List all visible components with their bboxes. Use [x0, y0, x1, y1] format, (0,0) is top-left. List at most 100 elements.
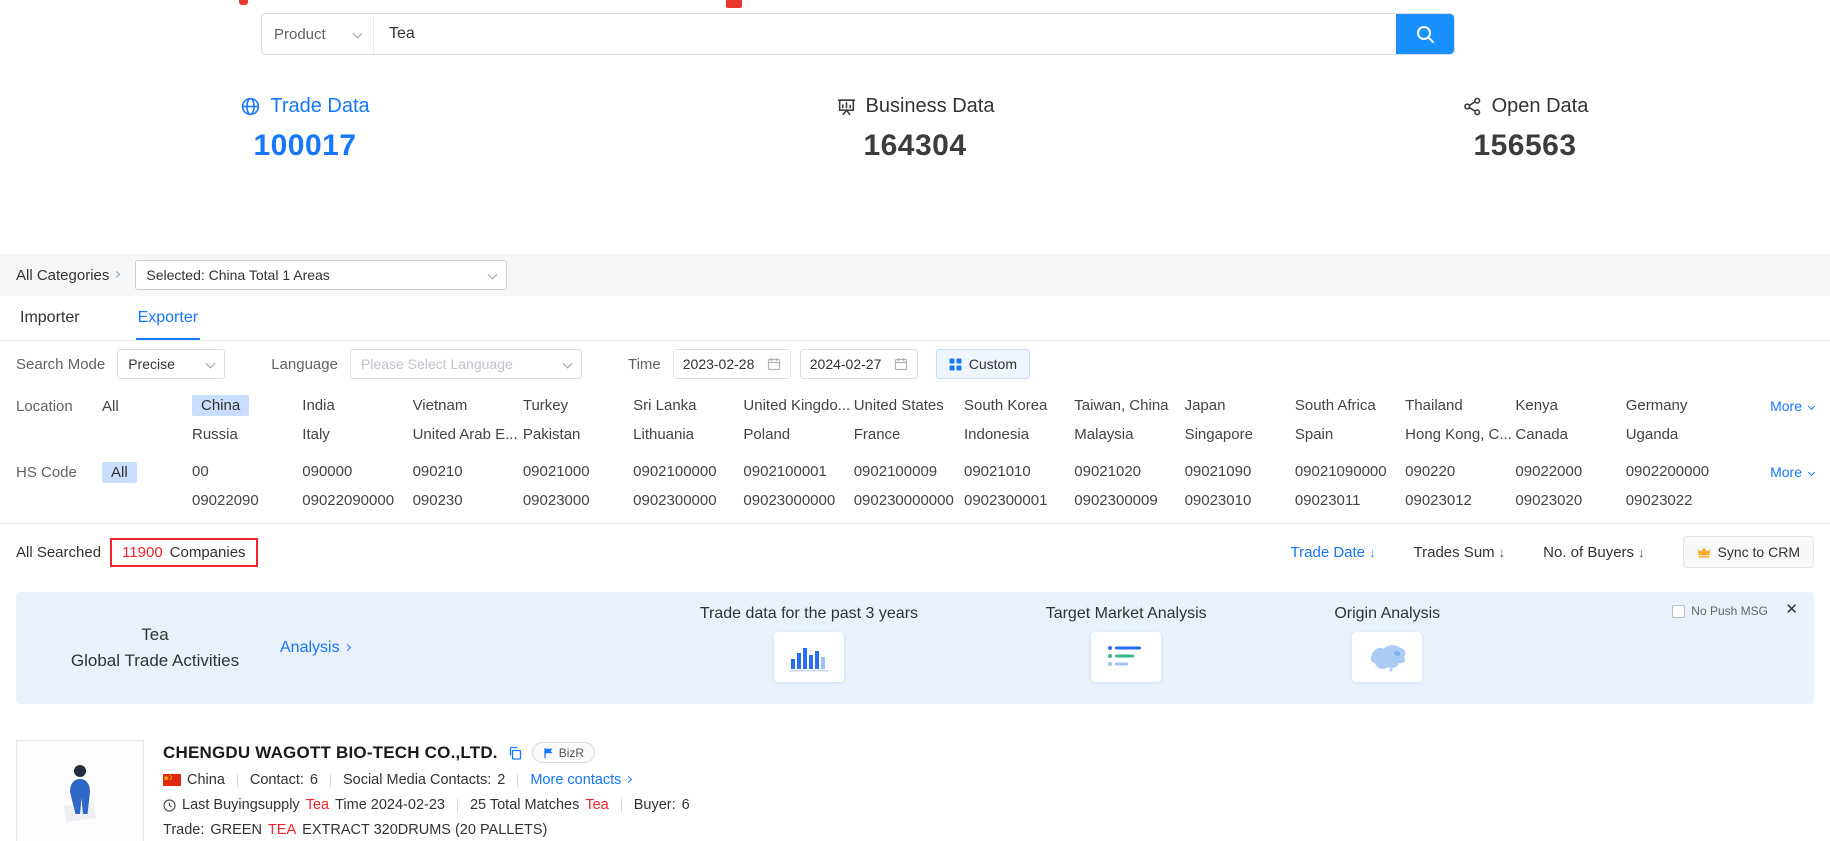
- hs-code-option[interactable]: 09023010: [1185, 490, 1252, 511]
- location-option[interactable]: United States: [854, 395, 944, 416]
- location-option[interactable]: India: [302, 395, 335, 416]
- hs-code-option[interactable]: 090000: [302, 461, 352, 482]
- hs-code-option[interactable]: 09021020: [1074, 461, 1141, 482]
- location-option[interactable]: Germany: [1626, 395, 1688, 416]
- company-logo[interactable]: [16, 740, 144, 841]
- location-option[interactable]: Singapore: [1185, 424, 1253, 445]
- location-option[interactable]: Poland: [743, 424, 790, 445]
- location-option[interactable]: Taiwan, China: [1074, 395, 1168, 416]
- hs-code-option[interactable]: 09023000000: [743, 490, 835, 511]
- copy-icon[interactable]: [508, 746, 522, 760]
- sync-to-crm-button[interactable]: Sync to CRM: [1683, 536, 1814, 568]
- hs-code-option[interactable]: 09023022: [1626, 490, 1693, 511]
- location-option[interactable]: Kenya: [1515, 395, 1558, 416]
- hs-code-option[interactable]: 090230: [413, 490, 463, 511]
- tab-importer[interactable]: Importer: [18, 296, 82, 340]
- analysis-label: Analysis: [280, 639, 340, 657]
- hs-code-option[interactable]: 00: [192, 461, 209, 482]
- date-to-input[interactable]: 2024-02-27: [800, 349, 918, 379]
- hs-code-option[interactable]: 0902300001: [964, 490, 1047, 511]
- company-info: CHENGDU WAGOTT BIO-TECH CO.,LTD. BizR Ch…: [163, 740, 690, 841]
- location-option[interactable]: Vietnam: [413, 395, 468, 416]
- location-option[interactable]: Pakistan: [523, 424, 581, 445]
- hs-code-option[interactable]: 0902100000: [633, 461, 716, 482]
- custom-button[interactable]: Custom: [936, 349, 1030, 379]
- language-select[interactable]: Please Select Language: [350, 349, 582, 379]
- location-option[interactable]: Japan: [1185, 395, 1226, 416]
- hs-code-option[interactable]: 090230000000: [854, 490, 954, 511]
- sort-trades-sum[interactable]: Trades Sum ↓: [1414, 544, 1506, 561]
- hs-code-option[interactable]: 0902200000: [1626, 461, 1709, 482]
- search-button[interactable]: [1396, 14, 1454, 54]
- hs-code-option[interactable]: 09022000: [1515, 461, 1582, 482]
- banner-item-target-market[interactable]: Target Market Analysis: [1046, 605, 1207, 682]
- hs-code-option[interactable]: 0902300000: [633, 490, 716, 511]
- banner-item-trade-data[interactable]: Trade data for the past 3 years: [700, 605, 918, 682]
- location-option[interactable]: Russia: [192, 424, 238, 445]
- search-category-select[interactable]: Product: [262, 14, 374, 54]
- location-option[interactable]: Thailand: [1405, 395, 1463, 416]
- location-option[interactable]: United Kingdo...: [743, 395, 850, 416]
- hs-code-option[interactable]: 09023020: [1515, 490, 1582, 511]
- location-more-link[interactable]: More: [1736, 395, 1814, 414]
- no-push-msg-checkbox[interactable]: No Push MSG: [1672, 604, 1768, 618]
- date-from-input[interactable]: 2023-02-28: [673, 349, 791, 379]
- analysis-link[interactable]: Analysis: [280, 639, 350, 657]
- stat-trade-data[interactable]: Trade Data 100017: [0, 95, 610, 163]
- location-option[interactable]: South Korea: [964, 395, 1047, 416]
- sort-trade-date[interactable]: Trade Date ↓: [1291, 544, 1376, 561]
- location-option[interactable]: Italy: [302, 424, 330, 445]
- grid-icon: [949, 358, 962, 371]
- location-option[interactable]: Hong Kong, C...: [1405, 424, 1512, 445]
- bizr-badge[interactable]: BizR: [532, 742, 595, 763]
- hs-code-option[interactable]: 0902300009: [1074, 490, 1157, 511]
- hs-code-option[interactable]: 09021010: [964, 461, 1031, 482]
- globe-icon: [240, 96, 261, 117]
- location-option[interactable]: Malaysia: [1074, 424, 1133, 445]
- hs-code-option[interactable]: 09022090000: [302, 490, 394, 511]
- hs-code-option[interactable]: 09023000: [523, 490, 590, 511]
- stat-open-data[interactable]: Open Data 156563: [1220, 95, 1830, 163]
- location-option[interactable]: Indonesia: [964, 424, 1029, 445]
- trade-text: GREEN: [210, 822, 262, 838]
- stat-business-data[interactable]: Business Data 164304: [610, 95, 1220, 163]
- sort-no-of-buyers[interactable]: No. of Buyers ↓: [1543, 544, 1644, 561]
- search-input[interactable]: [374, 14, 1396, 54]
- hs-code-option[interactable]: 09021090000: [1295, 461, 1387, 482]
- hs-code-option[interactable]: 090220: [1405, 461, 1455, 482]
- company-card[interactable]: CHENGDU WAGOTT BIO-TECH CO.,LTD. BizR Ch…: [16, 740, 1814, 841]
- search-mode-select[interactable]: Precise: [117, 349, 225, 379]
- hs-code-option[interactable]: 09021090: [1185, 461, 1252, 482]
- location-option[interactable]: South Africa: [1295, 395, 1376, 416]
- location-option[interactable]: United Arab E...: [413, 424, 518, 445]
- hs-code-more-link[interactable]: More: [1736, 461, 1814, 480]
- location-option[interactable]: China: [192, 395, 249, 416]
- area-select[interactable]: Selected: China Total 1 Areas: [135, 260, 507, 290]
- stat-trade-data-value: 100017: [0, 129, 610, 163]
- all-categories-link[interactable]: All Categories: [16, 267, 109, 284]
- location-all-option[interactable]: All: [102, 398, 119, 415]
- location-option[interactable]: Canada: [1515, 424, 1568, 445]
- hs-code-all-option[interactable]: All: [102, 462, 137, 483]
- banner-item-origin-analysis[interactable]: Origin Analysis: [1334, 605, 1440, 682]
- location-option[interactable]: France: [854, 424, 901, 445]
- location-option[interactable]: Sri Lanka: [633, 395, 696, 416]
- location-option[interactable]: Turkey: [523, 395, 568, 416]
- hs-code-option[interactable]: 09023011: [1295, 490, 1361, 511]
- company-name[interactable]: CHENGDU WAGOTT BIO-TECH CO.,LTD.: [163, 743, 498, 763]
- hs-code-option[interactable]: 09023012: [1405, 490, 1472, 511]
- hs-code-option[interactable]: 0902100001: [743, 461, 826, 482]
- location-option[interactable]: Lithuania: [633, 424, 694, 445]
- location-option[interactable]: Spain: [1295, 424, 1333, 445]
- hs-code-option[interactable]: 09021000: [523, 461, 590, 482]
- more-contacts-link[interactable]: More contacts: [530, 772, 631, 788]
- close-icon[interactable]: ✕: [1785, 600, 1798, 618]
- more-label: More: [1770, 464, 1802, 480]
- tab-exporter[interactable]: Exporter: [136, 296, 200, 340]
- hs-code-option[interactable]: 0902100009: [854, 461, 937, 482]
- hs-code-option[interactable]: 09022090: [192, 490, 259, 511]
- company-meta-row: China Contact: 6 Social Media Contacts: …: [163, 772, 690, 788]
- location-option[interactable]: Uganda: [1626, 424, 1679, 445]
- sort-label: Trades Sum: [1414, 544, 1495, 561]
- hs-code-option[interactable]: 090210: [413, 461, 463, 482]
